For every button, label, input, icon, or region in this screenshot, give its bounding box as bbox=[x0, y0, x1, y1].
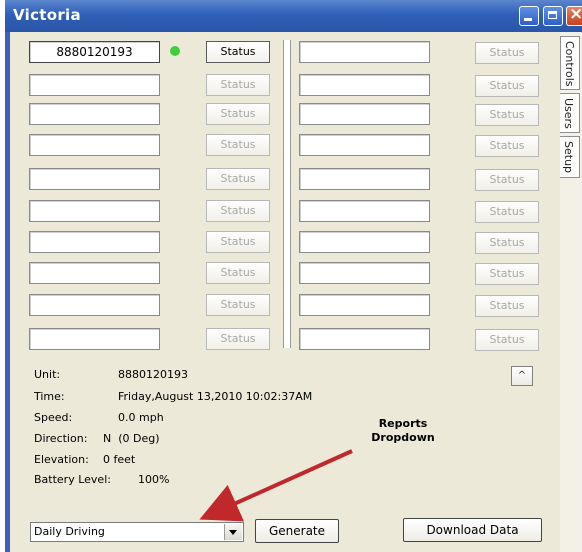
annotation-line-2: Dropdown bbox=[371, 431, 435, 444]
unit-field-right-3[interactable] bbox=[299, 103, 430, 125]
unit-field-right-2[interactable] bbox=[299, 74, 430, 96]
unit-field-left-4[interactable] bbox=[29, 134, 160, 156]
status-button-right-7[interactable]: Status bbox=[475, 232, 539, 254]
status-button-right-2[interactable]: Status bbox=[475, 75, 539, 97]
unit-field-right-8[interactable] bbox=[299, 262, 430, 284]
status-button-right-4[interactable]: Status bbox=[475, 135, 539, 157]
status-button-left-3[interactable]: Status bbox=[206, 103, 270, 125]
tab-setup[interactable]: Setup bbox=[560, 136, 580, 178]
time-label: Time: bbox=[34, 390, 65, 403]
status-button-left-10[interactable]: Status bbox=[206, 328, 270, 350]
status-button-left-8[interactable]: Status bbox=[206, 262, 270, 284]
elevation-value: 0 feet bbox=[103, 453, 136, 466]
window-title: Victoria bbox=[13, 6, 81, 24]
status-button-right-5[interactable]: Status bbox=[475, 169, 539, 191]
unit-field-left-7[interactable] bbox=[29, 231, 160, 253]
status-button-left-1[interactable]: Status bbox=[206, 41, 270, 63]
status-button-right-10[interactable]: Status bbox=[475, 329, 539, 351]
unit-field-left-10[interactable] bbox=[29, 328, 160, 350]
title-bar[interactable]: Victoria × bbox=[5, 0, 582, 32]
scroll-up-button[interactable]: ^ bbox=[511, 366, 533, 386]
speed-label: Speed: bbox=[34, 411, 73, 424]
status-button-left-4[interactable]: Status bbox=[206, 134, 270, 156]
battery-value: 100% bbox=[138, 473, 170, 486]
status-button-right-6[interactable]: Status bbox=[475, 201, 539, 223]
unit-field-right-4[interactable] bbox=[299, 134, 430, 156]
tab-controls-label: Controls bbox=[563, 41, 576, 87]
elevation-label: Elevation: bbox=[34, 453, 89, 466]
close-icon[interactable]: × bbox=[566, 4, 582, 26]
unit-field-left-8[interactable] bbox=[29, 262, 160, 284]
unit-field-right-7[interactable] bbox=[299, 231, 430, 253]
reports-dropdown-value: Daily Driving bbox=[34, 525, 105, 538]
unit-field-right-5[interactable] bbox=[299, 168, 430, 190]
unit-field-left-3[interactable] bbox=[29, 103, 160, 125]
column-divider bbox=[283, 40, 291, 348]
unit-field-right-6[interactable] bbox=[299, 200, 430, 222]
status-button-right-8[interactable]: Status bbox=[475, 263, 539, 285]
minimize-icon[interactable] bbox=[519, 6, 539, 26]
annotation-label: Reports Dropdown bbox=[356, 417, 450, 445]
chevron-up-icon: ^ bbox=[517, 370, 527, 381]
online-status-dot bbox=[170, 46, 180, 56]
direction-label: Direction: bbox=[34, 432, 88, 445]
battery-label: Battery Level: bbox=[34, 473, 111, 486]
tab-controls[interactable]: Controls bbox=[560, 36, 580, 90]
status-button-left-2[interactable]: Status bbox=[206, 74, 270, 96]
status-button-left-7[interactable]: Status bbox=[206, 231, 270, 253]
download-data-button[interactable]: Download Data bbox=[403, 518, 542, 542]
generate-button[interactable]: Generate bbox=[255, 519, 339, 543]
status-button-right-9[interactable]: Status bbox=[475, 295, 539, 317]
speed-value: 0.0 mph bbox=[118, 411, 164, 424]
maximize-icon[interactable] bbox=[543, 6, 563, 26]
annotation-line-1: Reports bbox=[378, 417, 428, 430]
side-tab-rail: Controls Users Setup bbox=[560, 32, 582, 552]
reports-dropdown[interactable]: Daily Driving bbox=[30, 522, 244, 542]
unit-field-left-2[interactable] bbox=[29, 74, 160, 96]
status-button-left-5[interactable]: Status bbox=[206, 168, 270, 190]
status-button-right-3[interactable]: Status bbox=[475, 104, 539, 126]
status-button-right-1[interactable]: Status bbox=[475, 42, 539, 64]
unit-field-left-6[interactable] bbox=[29, 200, 160, 222]
time-value: Friday,August 13,2010 10:02:37AM bbox=[118, 390, 313, 403]
tab-setup-label: Setup bbox=[562, 141, 575, 174]
chevron-down-icon[interactable] bbox=[224, 524, 242, 540]
unit-value: 8880120193 bbox=[118, 368, 188, 381]
tab-users[interactable]: Users bbox=[560, 93, 580, 133]
unit-field-right-9[interactable] bbox=[299, 294, 430, 316]
unit-field-right-10[interactable] bbox=[299, 328, 430, 350]
unit-field-left-1[interactable]: 8880120193 bbox=[29, 41, 160, 63]
unit-field-left-5[interactable] bbox=[29, 168, 160, 190]
unit-field-right-1[interactable] bbox=[299, 41, 430, 63]
status-button-left-9[interactable]: Status bbox=[206, 294, 270, 316]
status-button-left-6[interactable]: Status bbox=[206, 200, 270, 222]
unit-label: Unit: bbox=[34, 368, 61, 381]
unit-field-left-9[interactable] bbox=[29, 294, 160, 316]
tab-users-label: Users bbox=[562, 98, 575, 129]
direction-value: N (0 Deg) bbox=[103, 432, 160, 445]
